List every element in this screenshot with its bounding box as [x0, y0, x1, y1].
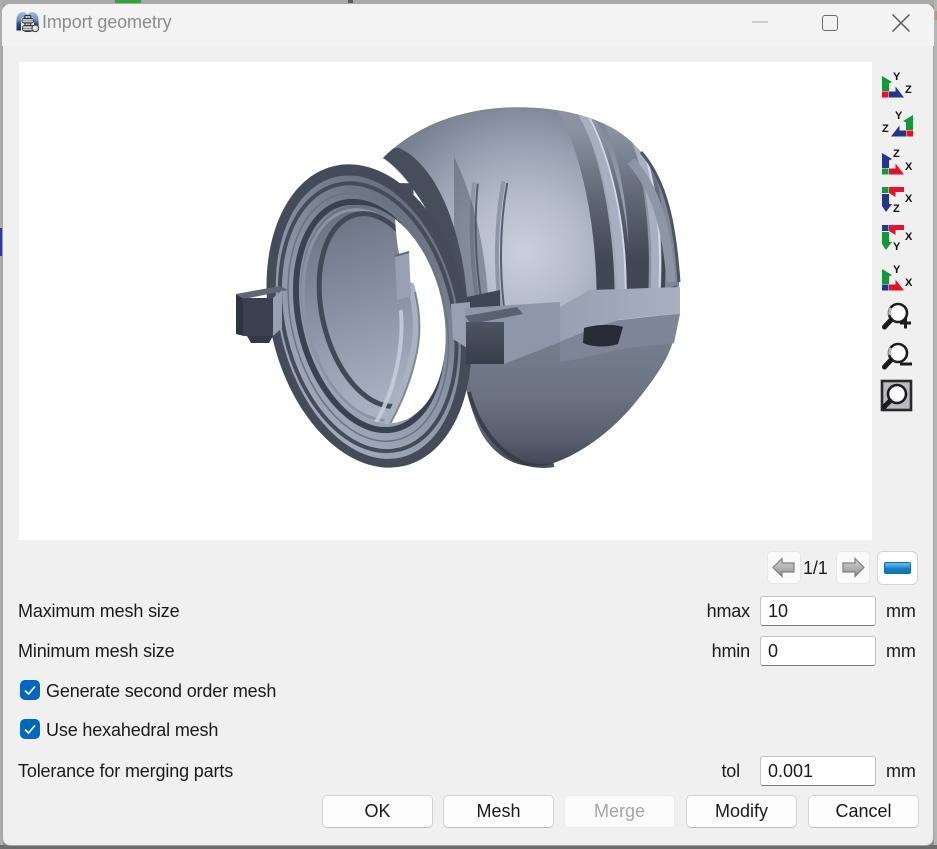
svg-text:Z: Z — [893, 203, 900, 215]
svg-text:Y: Y — [893, 264, 901, 276]
svg-text:Y: Y — [893, 241, 901, 253]
svg-text:Z: Z — [905, 84, 912, 96]
svg-text:X: X — [905, 193, 913, 205]
svg-text:X: X — [905, 277, 913, 289]
svg-text:X: X — [905, 161, 913, 173]
svg-text:Y: Y — [893, 71, 901, 83]
svg-text:Z: Z — [893, 148, 900, 160]
svg-text:Y: Y — [895, 110, 903, 122]
svg-text:X: X — [905, 231, 913, 243]
svg-text:Z: Z — [882, 123, 889, 135]
